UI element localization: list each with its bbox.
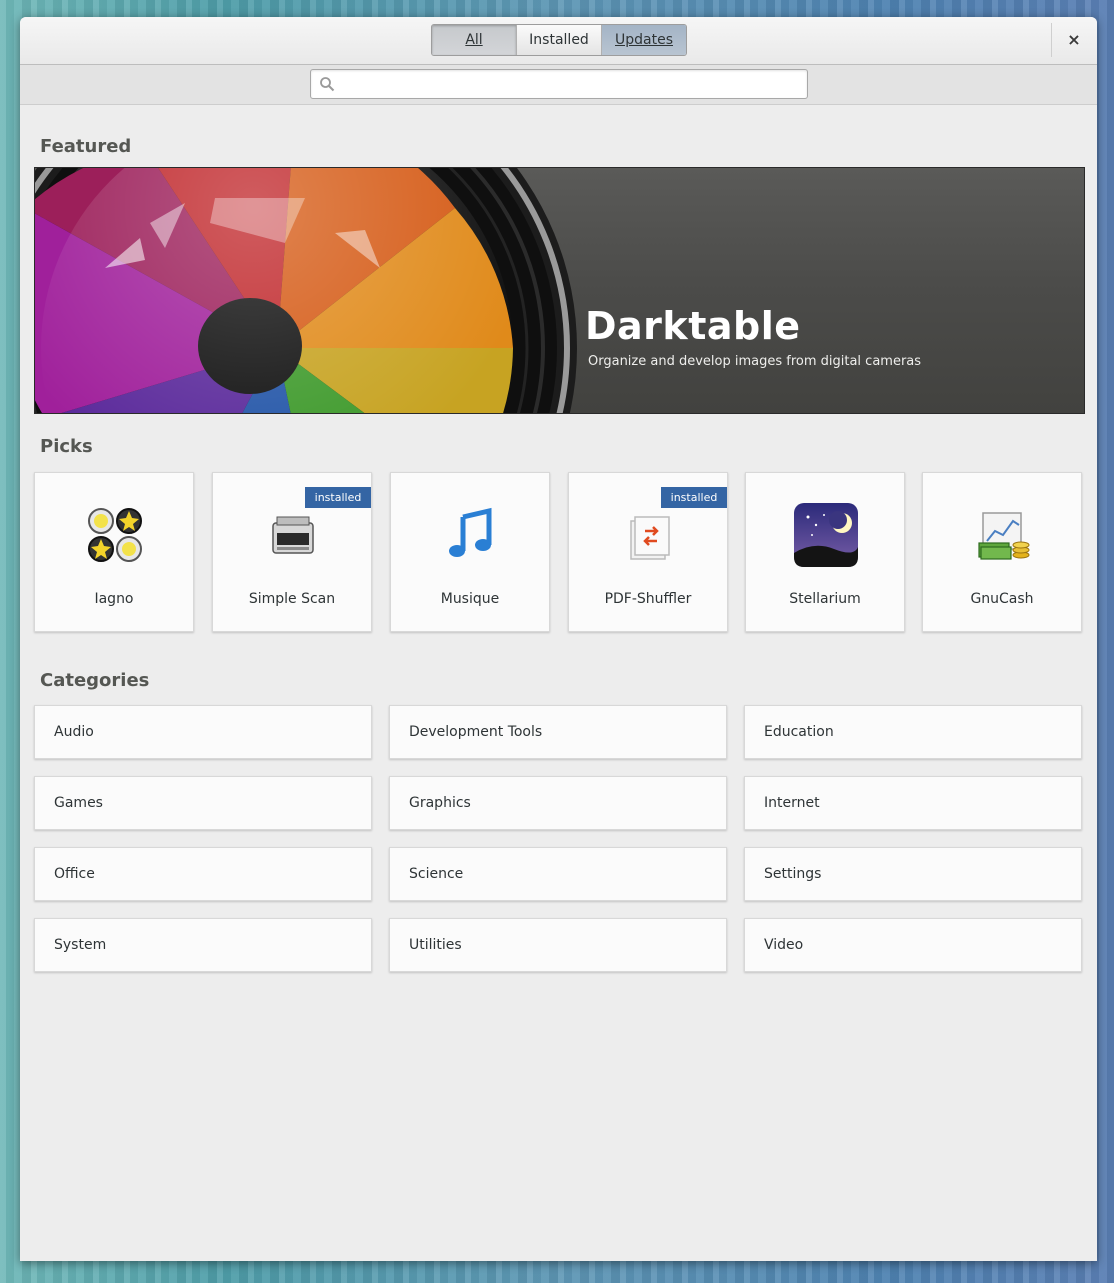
featured-app-name: Darktable: [585, 304, 801, 348]
pick-pdf-shuffler[interactable]: installed PDF-Shuffler: [568, 472, 728, 632]
categories-heading: Categories: [40, 670, 150, 691]
header-separator: [1051, 23, 1052, 57]
pick-label: Simple Scan: [248, 591, 336, 607]
pick-label: Stellarium: [789, 591, 861, 607]
gnucash-icon: [978, 512, 1030, 560]
featured-banner[interactable]: Darktable Organize and develop images fr…: [34, 167, 1085, 414]
pick-simple-scan[interactable]: installed Simple Scan: [212, 472, 372, 632]
view-switcher: All Installed Updates: [431, 24, 687, 56]
iagno-icon: [88, 508, 142, 562]
pick-label: PDF-Shuffler: [604, 591, 692, 607]
category-label: Games: [54, 795, 103, 811]
pick-musique[interactable]: Musique: [390, 472, 550, 632]
darktable-lens-icon: [35, 168, 577, 413]
category-education[interactable]: Education: [744, 705, 1082, 759]
scanner-icon: [272, 516, 314, 554]
search-field[interactable]: [310, 69, 808, 99]
pick-label: Musique: [440, 591, 500, 607]
category-label: Utilities: [409, 937, 462, 953]
category-label: Graphics: [409, 795, 471, 811]
category-label: Video: [764, 937, 804, 953]
featured-app-description: Organize and develop images from digital…: [588, 354, 922, 369]
pick-label: Iagno: [94, 591, 134, 607]
category-development-tools[interactable]: Development Tools: [389, 705, 727, 759]
category-system[interactable]: System: [34, 918, 372, 972]
category-label: Internet: [764, 795, 820, 811]
category-science[interactable]: Science: [389, 847, 727, 901]
pick-iagno[interactable]: Iagno: [34, 472, 194, 632]
category-label: Audio: [54, 724, 94, 740]
category-internet[interactable]: Internet: [744, 776, 1082, 830]
category-graphics[interactable]: Graphics: [389, 776, 727, 830]
category-settings[interactable]: Settings: [744, 847, 1082, 901]
tab-installed[interactable]: Installed: [517, 25, 602, 55]
pick-gnucash[interactable]: GnuCash: [922, 472, 1082, 632]
software-window: All Installed Updates × Featured Darktab…: [20, 17, 1097, 1261]
category-audio[interactable]: Audio: [34, 705, 372, 759]
music-note-icon: [449, 507, 492, 557]
category-label: System: [54, 937, 107, 953]
close-button[interactable]: ×: [1056, 26, 1092, 54]
search-input[interactable]: [341, 72, 801, 98]
category-office[interactable]: Office: [34, 847, 372, 901]
category-games[interactable]: Games: [34, 776, 372, 830]
search-bar: [20, 65, 1097, 105]
close-icon: ×: [1067, 30, 1081, 49]
category-label: Settings: [764, 866, 822, 882]
category-label: Office: [54, 866, 95, 882]
pick-stellarium[interactable]: Stellarium: [745, 472, 905, 632]
category-label: Science: [409, 866, 464, 882]
header-bar: All Installed Updates ×: [20, 17, 1097, 65]
category-label: Development Tools: [409, 724, 543, 740]
search-icon: [320, 77, 335, 92]
featured-heading: Featured: [40, 136, 132, 157]
category-video[interactable]: Video: [744, 918, 1082, 972]
stellarium-icon: [794, 503, 858, 567]
category-label: Education: [764, 724, 834, 740]
tab-all[interactable]: All: [432, 25, 517, 55]
category-utilities[interactable]: Utilities: [389, 918, 727, 972]
pdf-shuffler-icon: [630, 516, 670, 560]
picks-heading: Picks: [40, 436, 93, 457]
tab-updates[interactable]: Updates: [602, 25, 686, 55]
pick-label: GnuCash: [970, 591, 1034, 607]
